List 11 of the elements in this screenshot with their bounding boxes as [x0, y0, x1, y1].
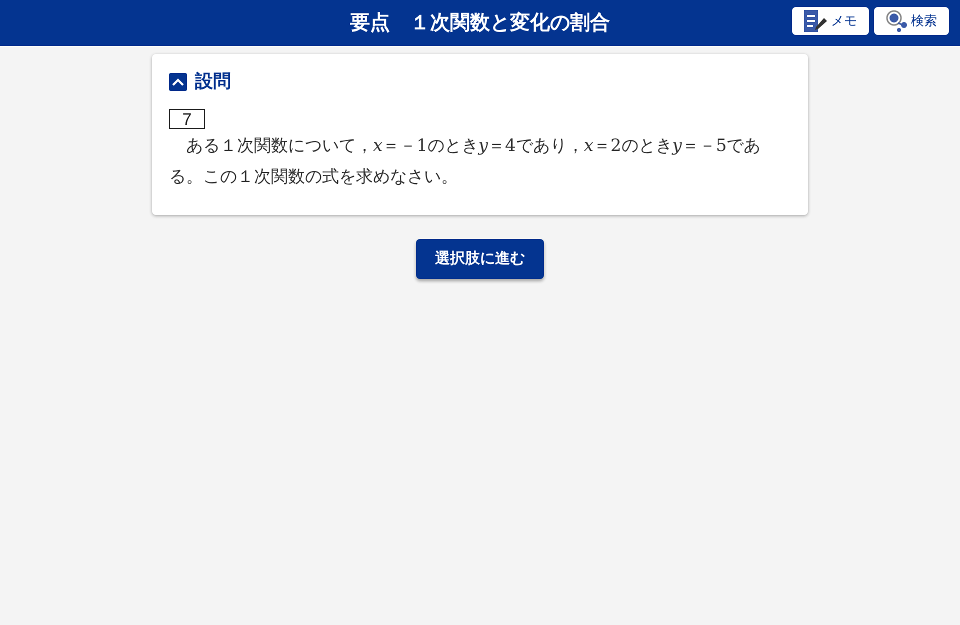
section-title: 設問 — [195, 70, 231, 93]
collapse-toggle[interactable] — [169, 72, 187, 90]
search-button[interactable]: 検索 — [874, 7, 949, 35]
memo-button[interactable]: メモ — [792, 7, 869, 35]
search-icon — [886, 10, 908, 32]
proceed-button[interactable]: 選択肢に進む — [416, 239, 544, 279]
question-text: ある１次関数について，x＝－1のときy＝4であり，x＝2のときy＝－5である。この１次関数の式を求めなさい。 — [169, 135, 762, 189]
memo-icon — [804, 10, 828, 32]
question-number: 7 — [169, 109, 205, 129]
chevron-up-icon — [172, 78, 184, 86]
page-title: 要点 １次関数と変化の割合 — [350, 10, 610, 36]
